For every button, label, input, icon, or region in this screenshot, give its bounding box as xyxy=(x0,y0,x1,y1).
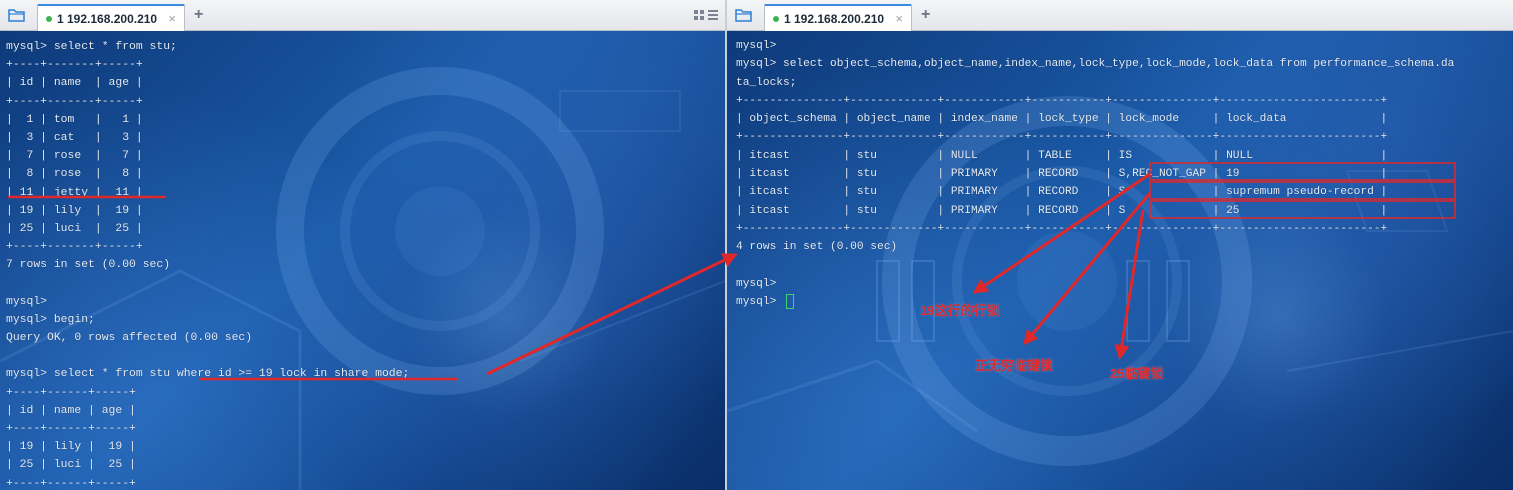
terminal-line: | 7 | rose | 7 | xyxy=(6,150,143,163)
right-terminal-pane: 1 192.168.200.210 × + mysql> mysql> sele… xyxy=(727,0,1513,490)
annotation-row-lock: 19这行的行锁 xyxy=(920,303,1000,318)
terminal-line: mysql> begin; xyxy=(6,313,95,326)
tab-session-left[interactable]: 1 192.168.200.210 × xyxy=(37,4,185,31)
terminal-line: +----+------+-----+ xyxy=(6,386,136,399)
terminal-line: mysql> select * from stu; xyxy=(6,41,177,53)
new-tab-icon[interactable]: + xyxy=(921,6,930,24)
terminal-line: | 25 | luci | 25 | xyxy=(6,222,143,235)
terminal-line: mysql> xyxy=(736,277,777,290)
terminal-line: +----+-------+-----+ xyxy=(6,95,143,108)
terminal-line: +---------------+-------------+---------… xyxy=(736,131,1388,144)
layout-grid-icon[interactable] xyxy=(693,9,719,21)
terminal-line: | object_schema | object_name | index_na… xyxy=(736,113,1388,126)
terminal-output-right[interactable]: mysql> mysql> select object_schema,objec… xyxy=(727,31,1513,490)
terminal-line: | id | name | age | xyxy=(6,404,136,417)
connected-status-icon xyxy=(773,15,779,22)
terminal-line: +----+-------+-----+ xyxy=(6,59,143,72)
left-terminal-pane: 1 192.168.200.210 × + mysql> select * fr… xyxy=(0,0,725,490)
terminal-output-left[interactable]: mysql> select * from stu; +----+-------+… xyxy=(0,31,725,490)
tab-label: 1 192.168.200.210 xyxy=(784,11,885,26)
terminal-line: | 25 | luci | 25 | xyxy=(6,459,136,472)
close-tab-icon[interactable]: × xyxy=(895,11,903,26)
right-tab-bar: 1 192.168.200.210 × + xyxy=(727,0,1513,31)
terminal-line: +---------------+-------------+---------… xyxy=(736,222,1388,235)
terminal-line: | 1 | tom | 1 | xyxy=(6,113,143,126)
terminal-line: ta_locks; xyxy=(736,76,797,89)
terminal-line: | id | name | age | xyxy=(6,77,143,90)
terminal-line: | 19 | lily | 19 | xyxy=(6,441,136,454)
terminal-line: | 3 | cat | 3 | xyxy=(6,131,143,144)
new-tab-icon[interactable]: + xyxy=(194,6,203,24)
annotation-supremum: 正无穷临键锁 xyxy=(975,358,1054,373)
terminal-line: Query OK, 0 rows affected (0.00 sec) xyxy=(6,332,253,344)
left-tab-bar: 1 192.168.200.210 × + xyxy=(0,0,725,31)
annotation-next-key-25: 25临键锁 xyxy=(1110,366,1164,381)
terminal-line: +----+-------+-----+ xyxy=(6,241,143,254)
terminal-line: mysql> xyxy=(736,40,777,52)
tab-label: 1 192.168.200.210 xyxy=(57,11,158,26)
right-terminal-lines: mysql> mysql> select object_schema,objec… xyxy=(736,37,1513,311)
terminal-line: mysql> select * from stu where id >= 19 … xyxy=(6,368,410,381)
prompt-text: mysql> xyxy=(736,296,783,309)
terminal-line: | itcast | stu | PRIMARY | RECORD | S | … xyxy=(736,186,1388,199)
terminal-line: mysql> select object_schema,object_name,… xyxy=(736,58,1455,71)
terminal-line: | 8 | rose | 8 | xyxy=(6,168,143,181)
terminal-line: +---------------+-------------+---------… xyxy=(736,94,1388,107)
terminal-line: +----+------+-----+ xyxy=(6,422,136,435)
terminal-line: | 19 | lily | 19 | xyxy=(6,204,143,217)
terminal-line: +----+------+-----+ xyxy=(6,477,136,490)
terminal-line: | itcast | stu | PRIMARY | RECORD | S | … xyxy=(736,204,1388,217)
text-cursor xyxy=(786,293,794,309)
left-terminal-lines: mysql> select * from stu; +----+-------+… xyxy=(6,38,725,490)
terminal-line: | itcast | stu | PRIMARY | RECORD | S,RE… xyxy=(736,168,1388,181)
terminal-line: 7 rows in set (0.00 sec) xyxy=(6,259,171,272)
connected-status-icon xyxy=(46,15,52,22)
folder-icon[interactable] xyxy=(735,8,752,22)
terminal-prompt-line[interactable]: mysql> xyxy=(736,293,1513,311)
tab-session-right[interactable]: 1 192.168.200.210 × xyxy=(764,4,912,31)
terminal-line: 4 rows in set (0.00 sec) xyxy=(736,241,898,254)
terminal-line: | itcast | stu | NULL | TABLE | IS | NUL… xyxy=(736,149,1388,162)
terminal-line: mysql> xyxy=(6,295,48,308)
folder-icon[interactable] xyxy=(8,8,25,22)
close-tab-icon[interactable]: × xyxy=(168,11,176,26)
terminal-line: | 11 | jetty | 11 | xyxy=(6,186,143,199)
